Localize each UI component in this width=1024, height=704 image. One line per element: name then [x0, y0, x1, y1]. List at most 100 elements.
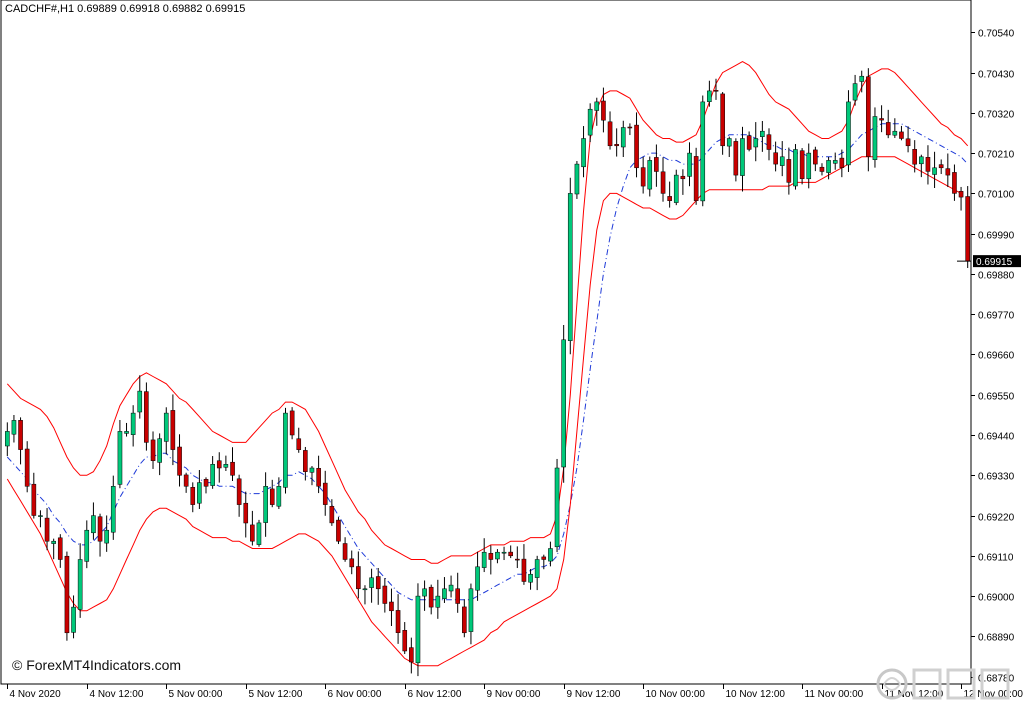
candle-body — [157, 438, 162, 463]
candle-body — [872, 116, 878, 160]
candle-body — [283, 412, 288, 488]
candle-body — [382, 585, 388, 604]
candle-body — [640, 167, 646, 187]
candle-body — [77, 559, 83, 610]
candle-body — [945, 168, 951, 176]
candle-body — [11, 420, 17, 435]
candle-body — [5, 431, 10, 447]
candle-body — [342, 543, 348, 560]
y-tick-label: 0.70210 — [978, 150, 1015, 161]
symbol-label: CADCHF#,H1 — [5, 3, 75, 15]
candle-body — [303, 450, 308, 472]
candle-body — [528, 573, 533, 583]
candle-body — [177, 446, 182, 476]
candle-body — [654, 157, 659, 172]
candle-body — [409, 647, 414, 663]
x-tick-label: 10 Nov 00:00 — [646, 689, 706, 700]
y-tick-label: 0.69110 — [978, 553, 1014, 564]
y-tick-label: 0.70100 — [978, 190, 1015, 201]
candle-body — [826, 160, 831, 173]
y-tick-label: 0.68890 — [978, 633, 1015, 644]
chart-title: CADCHF#,H1 0.69889 0.69918 0.69882 0.699… — [5, 3, 245, 15]
y-tick-label: 0.69440 — [978, 432, 1015, 443]
y-tick-label: 0.69880 — [978, 271, 1015, 282]
candle-body — [488, 553, 494, 560]
candle-body — [508, 551, 513, 557]
candle-body — [51, 540, 56, 544]
candle-body — [561, 339, 566, 468]
candle-body — [468, 588, 474, 632]
candle-body — [316, 468, 321, 487]
series-band-lower — [6, 156, 962, 667]
y-tick-label: 0.69770 — [978, 311, 1015, 322]
candle-body — [57, 537, 63, 560]
candle-body — [720, 93, 725, 147]
candle-body — [91, 515, 96, 534]
candle-body — [296, 438, 302, 450]
candle-body — [707, 90, 712, 102]
candle-body — [859, 75, 865, 82]
candle-body — [912, 149, 917, 165]
candle-body — [846, 101, 851, 166]
plot-frame — [0, 0, 972, 685]
candle-body — [799, 150, 805, 179]
candle-body — [495, 551, 500, 560]
candle-body — [448, 584, 454, 592]
candle-body — [806, 152, 812, 180]
candle-body — [760, 130, 765, 137]
series-band-upper — [6, 61, 969, 564]
candle-body — [256, 522, 262, 545]
candle-body — [965, 196, 970, 262]
x-tick-label: 5 Nov 00:00 — [169, 689, 223, 700]
candle-body — [919, 156, 924, 165]
y-tick-label: 0.70430 — [978, 70, 1015, 81]
x-tick-label: 6 Nov 00:00 — [328, 689, 382, 700]
candle-body — [892, 130, 898, 136]
candle-body — [442, 588, 447, 599]
candle-body — [130, 412, 136, 435]
candle-body — [250, 524, 255, 542]
candle-body — [713, 90, 719, 92]
candle-body — [852, 83, 858, 101]
y-tick-label: 0.69000 — [978, 593, 1015, 604]
candle-body — [700, 101, 706, 202]
candle-body — [832, 160, 838, 164]
candle-body — [455, 588, 460, 604]
broker-logo — [876, 668, 1010, 700]
candle-body — [276, 486, 282, 507]
candle-body — [885, 122, 891, 136]
candle-body — [117, 431, 123, 485]
candle-body — [773, 152, 778, 165]
candle-body — [647, 160, 653, 190]
current-price-label: 0.69915 — [976, 257, 1013, 268]
x-tick-label: 4 Nov 12:00 — [90, 689, 144, 700]
candle-body — [687, 152, 692, 177]
x-tick-label: 9 Nov 00:00 — [487, 689, 541, 700]
candle-body — [779, 156, 785, 166]
candle-body — [349, 558, 355, 568]
candle-body — [18, 420, 23, 450]
candle-body — [124, 431, 129, 434]
candle-body — [481, 551, 487, 568]
candle-body — [170, 410, 176, 450]
candle-body — [733, 141, 739, 176]
candle-body — [614, 144, 619, 147]
candle-body — [819, 166, 825, 172]
candle-body — [554, 467, 560, 548]
x-tick-label: 6 Nov 12:00 — [408, 689, 462, 700]
candle-body — [309, 467, 315, 473]
ohlc-values: 0.69889 0.69918 0.69882 0.69915 — [77, 3, 246, 15]
y-tick-label: 0.70320 — [978, 110, 1015, 121]
candle-body — [435, 595, 441, 608]
candle-body — [415, 595, 421, 664]
candle-body — [269, 488, 275, 505]
candle-body — [541, 556, 547, 560]
candle-body — [866, 76, 871, 157]
candle-body — [793, 149, 798, 187]
y-tick-label: 0.69330 — [978, 472, 1015, 483]
candle-body — [766, 134, 772, 150]
candle-body — [64, 555, 70, 634]
candle-body — [84, 529, 90, 562]
candle-body — [24, 448, 30, 487]
candle-body — [938, 164, 944, 169]
